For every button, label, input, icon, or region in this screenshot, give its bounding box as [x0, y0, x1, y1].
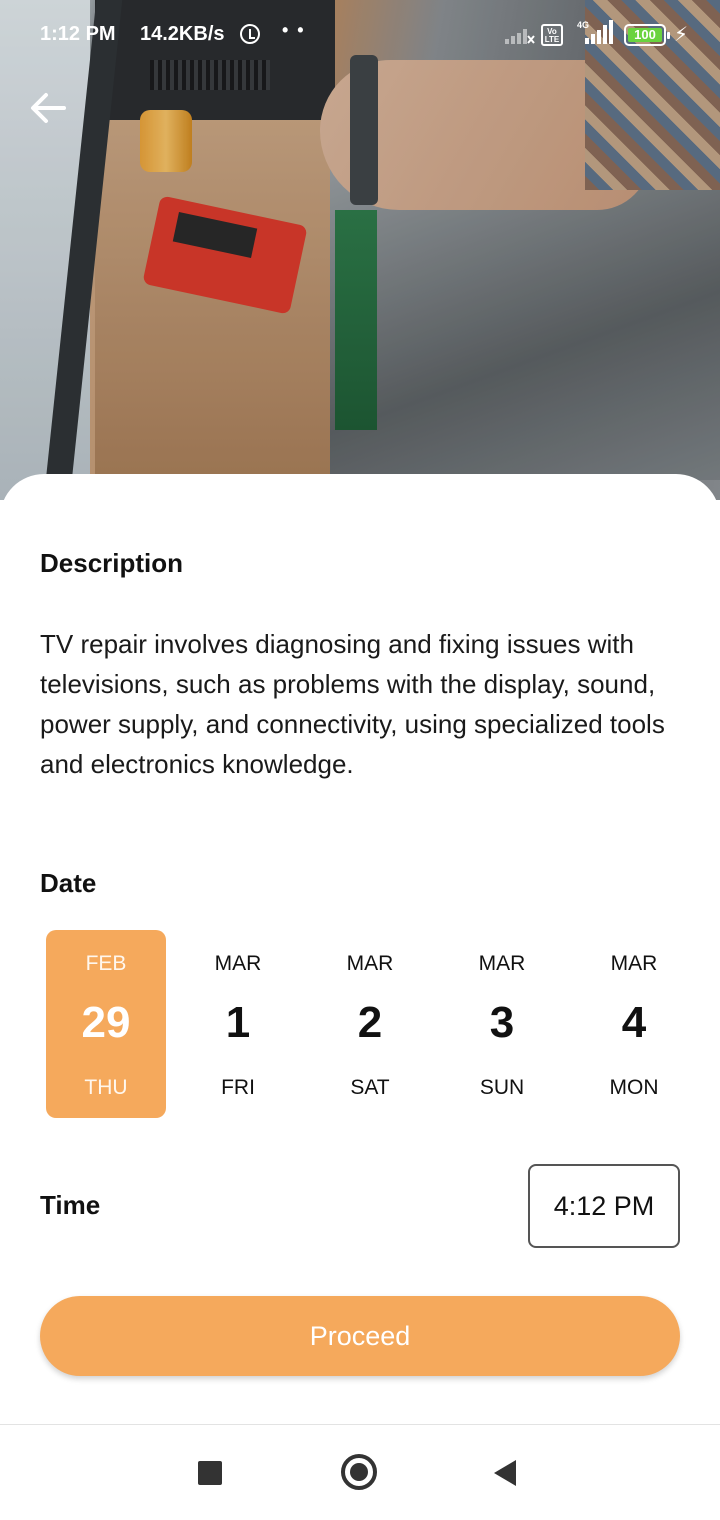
- alarm-icon: [240, 24, 260, 44]
- back-button[interactable]: [26, 86, 70, 130]
- proceed-button[interactable]: Proceed: [40, 1296, 680, 1376]
- time-picker-field[interactable]: 4:12 PM: [528, 1164, 680, 1248]
- date-item-feb-29[interactable]: FEB 29 THU: [46, 930, 166, 1118]
- date-weekday: MON: [609, 1076, 659, 1099]
- status-bar: 1:12 PM 14.2KB/s • • Vo LTE 4G 100 ⚡: [0, 0, 720, 70]
- time-heading: Time: [40, 1190, 101, 1220]
- status-time: 1:12 PM: [40, 23, 116, 45]
- signal-4g-icon: 4G: [577, 20, 613, 44]
- date-day: 29: [81, 998, 131, 1047]
- date-weekday: SAT: [350, 1076, 390, 1099]
- date-weekday: FRI: [221, 1076, 255, 1099]
- date-item-mar-1[interactable]: MAR 1 FRI: [178, 930, 298, 1118]
- system-navbar: [0, 1425, 720, 1520]
- date-month: MAR: [346, 952, 394, 975]
- hero-image: [0, 0, 720, 500]
- date-month: MAR: [610, 952, 658, 975]
- date-day: 4: [621, 998, 647, 1047]
- battery-icon: 100: [624, 24, 670, 46]
- date-item-mar-3[interactable]: MAR 3 SUN: [442, 930, 562, 1118]
- date-day: 3: [489, 998, 515, 1047]
- date-item-mar-2[interactable]: MAR 2 SAT: [310, 930, 430, 1118]
- date-picker: FEB 29 THU MAR 1 FRI MAR 2 SAT MAR 3 SUN…: [40, 930, 700, 1118]
- description-heading: Description: [40, 548, 184, 578]
- volte-icon: Vo LTE: [541, 24, 563, 46]
- date-heading: Date: [40, 868, 97, 898]
- date-day: 1: [225, 998, 251, 1047]
- date-month: MAR: [478, 952, 526, 975]
- description-text: TV repair involves diagnosing and fixing…: [40, 629, 665, 779]
- battery-level: 100: [634, 27, 656, 42]
- date-day: 2: [357, 998, 383, 1047]
- date-weekday: SUN: [479, 1076, 525, 1099]
- date-month: FEB: [85, 952, 127, 975]
- charging-icon: ⚡: [674, 24, 689, 46]
- date-month: MAR: [214, 952, 262, 975]
- notification-dots-icon: • •: [282, 20, 306, 40]
- photo-overlay: [0, 0, 720, 500]
- date-weekday: THU: [84, 1076, 128, 1099]
- recents-square-icon[interactable]: [198, 1461, 222, 1485]
- back-triangle-icon[interactable]: [494, 1460, 516, 1486]
- home-circle-icon[interactable]: [341, 1454, 377, 1490]
- arrow-left-icon: [31, 93, 66, 123]
- network-label: 4G: [577, 20, 589, 30]
- status-speed: 14.2KB/s: [140, 23, 225, 45]
- date-item-mar-4[interactable]: MAR 4 MON: [574, 930, 694, 1118]
- signal-icon: [505, 29, 535, 44]
